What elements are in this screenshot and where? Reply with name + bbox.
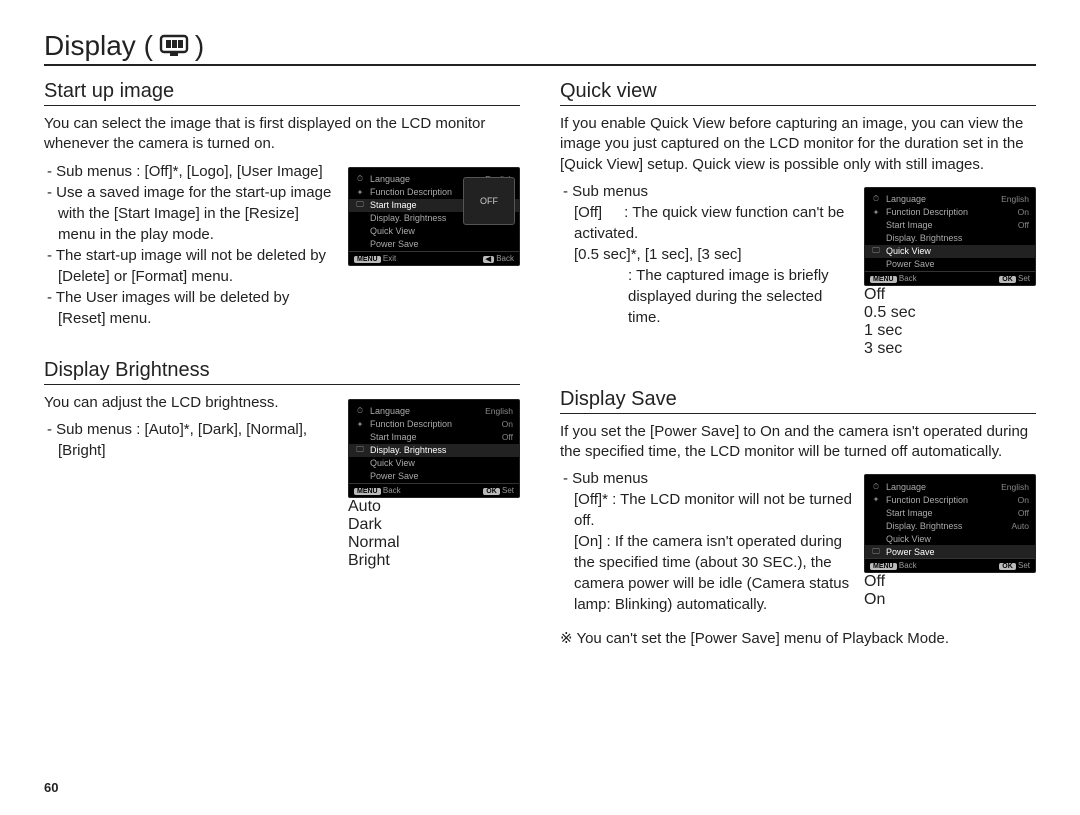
camera-menu-screenshot: ⏱LanguageEnglish ✦Function DescriptionOn… [864, 468, 1036, 609]
menu-badge: MENU [354, 256, 381, 263]
section-start-up-image: Start up image You can select the image … [44, 80, 520, 329]
display-icon [159, 34, 189, 58]
menu-item-quick-view: Quick View [886, 246, 1029, 256]
footer-back: Back [496, 254, 514, 263]
popup-brightness: Auto Dark Normal Bright [348, 498, 520, 570]
menu-item-brightness: Display. Brightness [370, 445, 513, 455]
bullet: - The start-up image will not be deleted… [44, 245, 338, 287]
section-display-save: Display Save If you set the [Power Save]… [560, 388, 1036, 650]
camera-menu-screenshot: ⏱LanguageEnglish ✦Function DescriptionOn… [348, 161, 520, 266]
option-on: [On] : If the camera isn't operated duri… [560, 531, 854, 615]
menu-item-power-save: Power Save [886, 547, 1029, 557]
popup-option: 0.5 sec [864, 304, 1036, 322]
footer-back: Back [383, 486, 401, 495]
camera-menu-screenshot: ⏱LanguageEnglish ✦Function DescriptionOn… [348, 393, 520, 570]
bullet: - Sub menus : [Auto]*, [Dark], [Normal],… [44, 419, 338, 461]
bullet: - Sub menus [560, 468, 854, 489]
section-heading: Display Brightness [44, 359, 520, 385]
option-times-desc: : The captured image is briefly displaye… [560, 265, 854, 328]
popup-option: Bright [348, 552, 520, 570]
section-intro: If you set the [Power Save] to On and th… [560, 422, 1036, 463]
page-number: 60 [44, 780, 58, 795]
section-display-brightness: Display Brightness You can adjust the LC… [44, 359, 520, 570]
section-heading: Quick view [560, 80, 1036, 106]
popup-quick-view: Off 0.5 sec 1 sec 3 sec [864, 286, 1036, 358]
page-title-text: Display ( [44, 30, 153, 62]
section-heading: Display Save [560, 388, 1036, 414]
page-title: Display ( ) [44, 30, 1036, 66]
camera-menu-screenshot: ⏱LanguageEnglish ✦Function DescriptionOn… [864, 181, 1036, 358]
footer-exit: Exit [383, 254, 396, 263]
back-badge: ◀ [483, 256, 494, 263]
ok-badge: OK [483, 488, 500, 495]
popup-option: 3 sec [864, 340, 1036, 358]
popup-option: Auto [348, 498, 520, 516]
popup-option: 1 sec [864, 322, 1036, 340]
footer-set: Set [502, 486, 514, 495]
popup-option: Off [864, 573, 906, 591]
section-intro: You can select the image that is first d… [44, 114, 520, 155]
bullet: - The User images will be deleted by [Re… [44, 287, 338, 329]
popup-option: On [864, 591, 906, 609]
section-intro: If you enable Quick View before capturin… [560, 114, 1036, 175]
note: ※ You can't set the [Power Save] menu of… [560, 629, 1036, 649]
bullet: - Sub menus : [Off]*, [Logo], [User Imag… [44, 161, 338, 182]
option-off-label: [Off] [574, 202, 620, 223]
popup-option: Off [864, 286, 1036, 304]
menu-item-quick-view: Quick View [370, 226, 513, 236]
menu-item-power-save: Power Save [370, 239, 513, 249]
option-off: [Off]* : The LCD monitor will not be tur… [560, 489, 854, 531]
section-quick-view: Quick view If you enable Quick View befo… [560, 80, 1036, 358]
option-times: [0.5 sec]*, [1 sec], [3 sec] [560, 244, 854, 265]
section-intro: You can adjust the LCD brightness. [44, 393, 338, 413]
bullet: - Use a saved image for the start-up ima… [44, 182, 338, 245]
popup-power-save: Off On [864, 573, 906, 609]
page-title-end: ) [195, 30, 204, 62]
off-preview-box: OFF [463, 177, 515, 225]
popup-option: Normal [348, 534, 520, 552]
popup-option: Dark [348, 516, 520, 534]
section-heading: Start up image [44, 80, 520, 106]
bullet: - Sub menus [560, 181, 854, 202]
